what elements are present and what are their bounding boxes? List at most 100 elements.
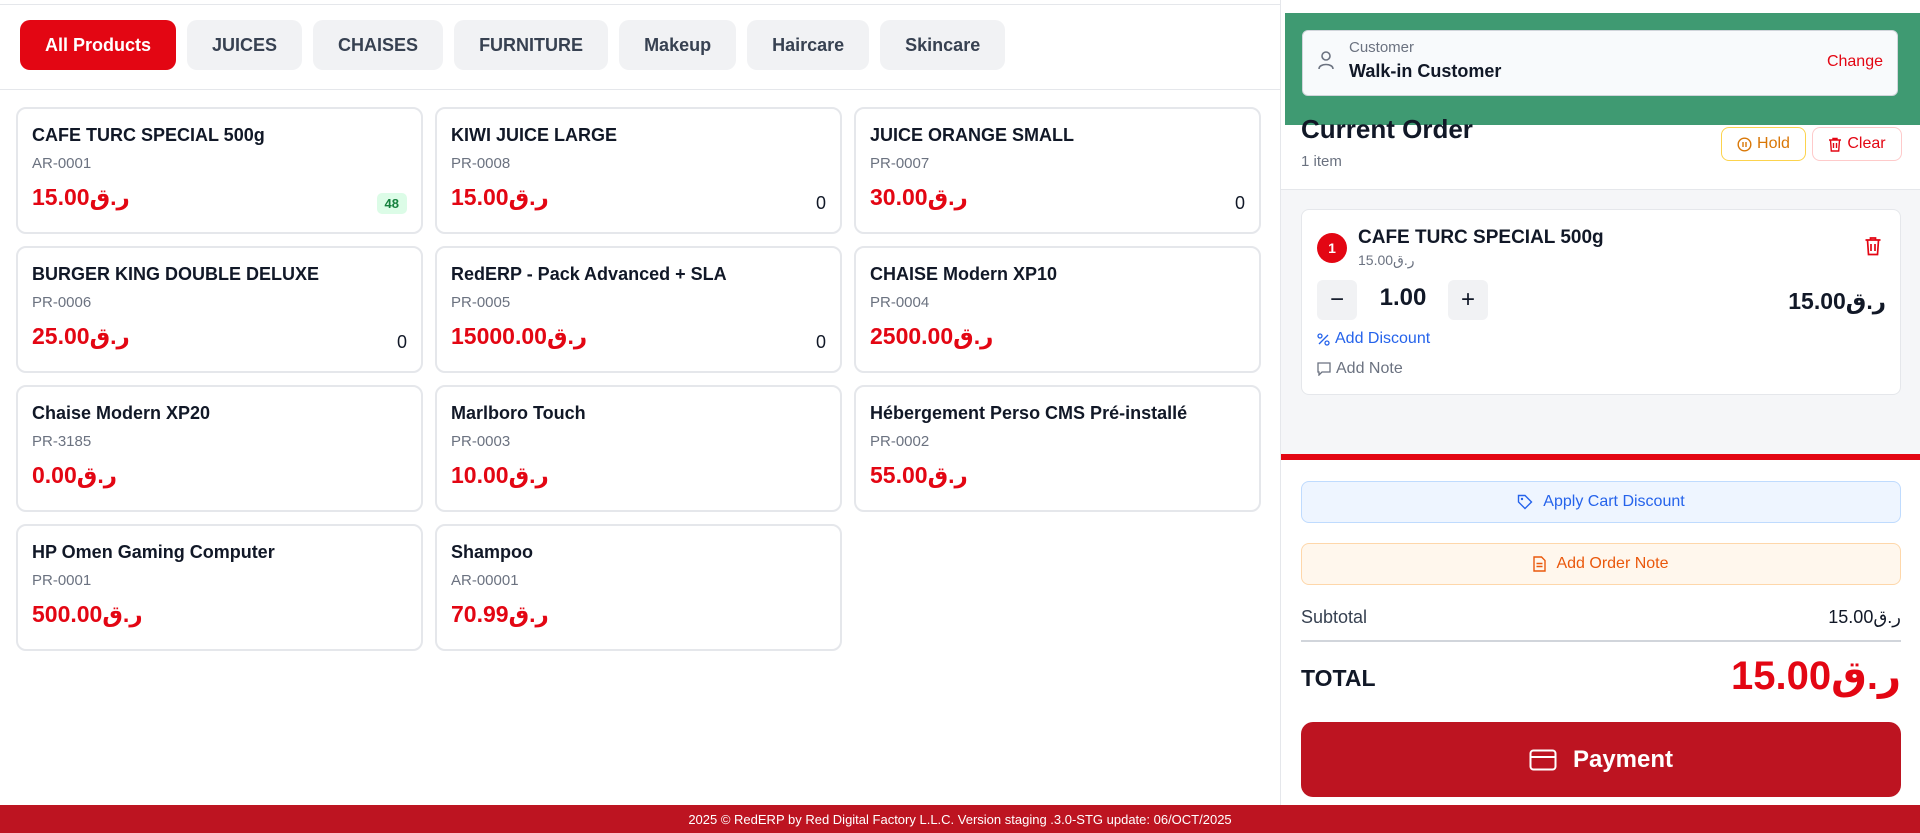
change-customer-button[interactable]: Change bbox=[1827, 53, 1883, 71]
category-divider bbox=[0, 89, 1280, 90]
product-sku: PR-0008 bbox=[451, 155, 511, 172]
product-price: 0.00ر.ق bbox=[32, 462, 117, 488]
line-item-name: CAFE TURC SPECIAL 500g bbox=[1358, 227, 1604, 248]
order-item-count: 1 item bbox=[1301, 153, 1342, 170]
tab-all-products[interactable]: All Products bbox=[20, 20, 177, 70]
stock-count: 0 bbox=[1234, 193, 1245, 213]
product-price: 2500.00ر.ق bbox=[870, 323, 994, 349]
hold-button[interactable]: Hold bbox=[1721, 127, 1806, 161]
product-card[interactable]: Chaise Modern XP20 PR-3185 0.00ر.ق bbox=[16, 385, 423, 512]
product-sku: PR-0001 bbox=[32, 572, 92, 589]
remove-item-icon[interactable] bbox=[1864, 236, 1882, 256]
order-panel: Customer Walk-in Customer Change Current… bbox=[1280, 0, 1920, 805]
total-label: TOTAL bbox=[1301, 665, 1376, 691]
product-sku: PR-0002 bbox=[870, 433, 930, 450]
product-name: Hébergement Perso CMS Pré-installé bbox=[870, 403, 1188, 423]
product-sku: PR-0003 bbox=[451, 433, 511, 450]
products-pane: All Products JUICES CHAISES FURNITURE Ma… bbox=[0, 0, 1280, 805]
user-icon bbox=[1318, 51, 1334, 70]
subtotal-divider bbox=[1301, 640, 1901, 642]
customer-name: Walk-in Customer bbox=[1349, 61, 1502, 81]
add-note-label: Add Note bbox=[1336, 360, 1403, 377]
tab-makeup[interactable]: Makeup bbox=[619, 20, 737, 70]
tab-furniture[interactable]: FURNITURE bbox=[454, 20, 609, 70]
product-name: HP Omen Gaming Computer bbox=[32, 542, 275, 562]
product-name: Chaise Modern XP20 bbox=[32, 403, 211, 423]
stock-count: 0 bbox=[815, 332, 826, 352]
add-discount-link[interactable]: Add Discount bbox=[1317, 330, 1430, 348]
payment-label: Payment bbox=[1572, 745, 1674, 773]
tab-skincare[interactable]: Skincare bbox=[880, 20, 1006, 70]
total-value: 15.00ر.ق bbox=[1730, 654, 1901, 698]
customer-label: Customer bbox=[1349, 39, 1415, 56]
product-card[interactable]: CAFE TURC SPECIAL 500g AR-0001 15.00ر.ق … bbox=[16, 107, 423, 234]
percent-icon bbox=[1317, 332, 1330, 346]
qty-value[interactable]: 1.00 bbox=[1362, 284, 1444, 312]
footer-text: 2025 © RedERP by Red Digital Factory L.L… bbox=[688, 811, 1232, 827]
add-note-link[interactable]: Add Note bbox=[1317, 360, 1403, 378]
product-name: KIWI JUICE LARGE bbox=[451, 125, 618, 145]
add-order-note-label: Add Order Note bbox=[1556, 555, 1669, 572]
stock-count: 0 bbox=[815, 193, 826, 213]
product-name: CHAISE Modern XP10 bbox=[870, 264, 1058, 284]
product-card[interactable]: JUICE ORANGE SMALL PR-0007 30.00ر.ق 0 bbox=[854, 107, 1261, 234]
product-card[interactable]: Marlboro Touch PR-0003 10.00ر.ق bbox=[435, 385, 842, 512]
order-summary: Apply Cart Discount Add Order Note Subto… bbox=[1281, 460, 1920, 805]
order-title: Current Order bbox=[1301, 114, 1473, 144]
tab-haircare[interactable]: Haircare bbox=[747, 20, 870, 70]
order-header: Customer Walk-in Customer Change Current… bbox=[1281, 0, 1920, 190]
comment-icon bbox=[1317, 362, 1331, 376]
product-sku: AR-0001 bbox=[32, 155, 92, 172]
product-sku: PR-0005 bbox=[451, 294, 511, 311]
stock-count: 0 bbox=[396, 332, 407, 352]
add-discount-label: Add Discount bbox=[1335, 330, 1431, 347]
apply-cart-discount-button[interactable]: Apply Cart Discount bbox=[1301, 481, 1901, 523]
product-price: 10.00ر.ق bbox=[451, 462, 549, 488]
category-tabs: All Products JUICES CHAISES FURNITURE Ma… bbox=[20, 20, 1006, 70]
product-name: RedERP - Pack Advanced + SLA bbox=[451, 264, 727, 284]
pause-icon bbox=[1737, 136, 1752, 152]
product-price: 25.00ر.ق bbox=[32, 323, 130, 349]
product-card[interactable]: CHAISE Modern XP10 PR-0004 2500.00ر.ق bbox=[854, 246, 1261, 373]
product-card[interactable]: Hébergement Perso CMS Pré-installé PR-00… bbox=[854, 385, 1261, 512]
product-card[interactable]: KIWI JUICE LARGE PR-0008 15.00ر.ق 0 bbox=[435, 107, 842, 234]
top-border bbox=[0, 0, 1280, 5]
product-price: 15.00ر.ق bbox=[451, 184, 549, 210]
product-name: CAFE TURC SPECIAL 500g bbox=[32, 125, 265, 145]
product-price: 15000.00ر.ق bbox=[451, 323, 588, 349]
product-sku: AR-00001 bbox=[451, 572, 519, 589]
product-card[interactable]: Shampoo AR-00001 70.99ر.ق bbox=[435, 524, 842, 651]
tab-chaises[interactable]: CHAISES bbox=[313, 20, 444, 70]
qty-increase-button[interactable]: + bbox=[1448, 280, 1488, 320]
clear-button[interactable]: Clear bbox=[1812, 127, 1902, 161]
hold-label: Hold bbox=[1757, 135, 1790, 152]
tag-icon bbox=[1518, 494, 1533, 510]
document-icon bbox=[1533, 556, 1547, 572]
clear-label: Clear bbox=[1847, 135, 1886, 152]
product-price: 30.00ر.ق bbox=[870, 184, 968, 210]
product-price: 55.00ر.ق bbox=[870, 462, 968, 488]
qty-decrease-button[interactable]: − bbox=[1317, 280, 1357, 320]
product-sku: PR-0006 bbox=[32, 294, 92, 311]
customer-selector[interactable]: Customer Walk-in Customer Change bbox=[1302, 30, 1898, 96]
product-card[interactable]: BURGER KING DOUBLE DELUXE PR-0006 25.00ر… bbox=[16, 246, 423, 373]
order-line-item: 1 CAFE TURC SPECIAL 500g 15.00ر.ق − 1.00… bbox=[1301, 209, 1901, 395]
line-index-badge: 1 bbox=[1317, 233, 1347, 263]
product-sku: PR-3185 bbox=[32, 433, 92, 450]
payment-button[interactable]: Payment bbox=[1301, 722, 1901, 797]
product-price: 15.00ر.ق bbox=[32, 184, 130, 210]
product-card[interactable]: RedERP - Pack Advanced + SLA PR-0005 150… bbox=[435, 246, 842, 373]
product-name: Marlboro Touch bbox=[451, 403, 586, 423]
product-name: BURGER KING DOUBLE DELUXE bbox=[32, 264, 320, 284]
tab-juices[interactable]: JUICES bbox=[187, 20, 303, 70]
product-price: 70.99ر.ق bbox=[451, 601, 549, 627]
product-price: 500.00ر.ق bbox=[32, 601, 143, 627]
product-card[interactable]: HP Omen Gaming Computer PR-0001 500.00ر.… bbox=[16, 524, 423, 651]
add-order-note-button[interactable]: Add Order Note bbox=[1301, 543, 1901, 585]
trash-icon bbox=[1829, 137, 1842, 152]
footer: 2025 © RedERP by Red Digital Factory L.L… bbox=[0, 805, 1920, 833]
product-sku: PR-0007 bbox=[870, 155, 930, 172]
product-name: JUICE ORANGE SMALL bbox=[870, 125, 1075, 145]
line-unit-price: 15.00ر.ق bbox=[1358, 252, 1415, 268]
apply-cart-discount-label: Apply Cart Discount bbox=[1543, 493, 1685, 510]
